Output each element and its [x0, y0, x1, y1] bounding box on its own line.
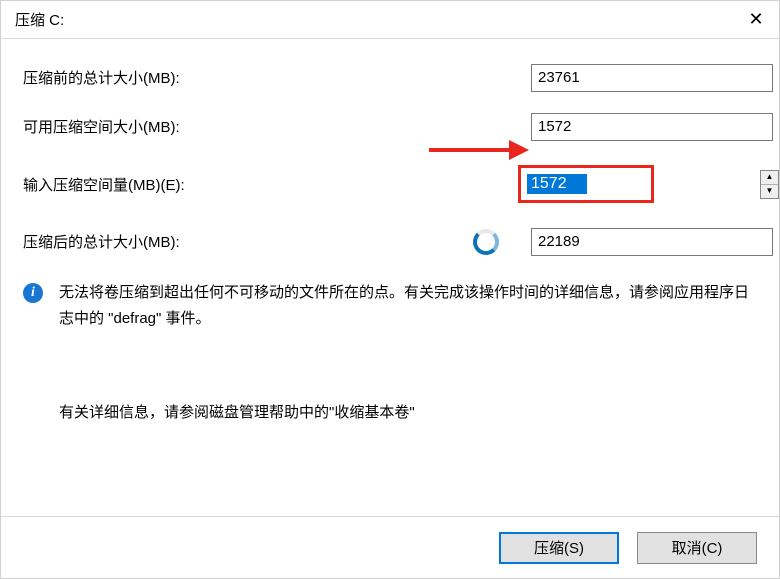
shrink-amount-stepper[interactable]: ▲ ▼ [760, 170, 779, 199]
close-button[interactable]: ✕ [733, 1, 779, 38]
annotation-highlight-box [518, 165, 654, 203]
row-input-amount: 输入压缩空间量(MB)(E): ▲ ▼ [23, 165, 757, 203]
shrink-amount-input[interactable] [527, 174, 587, 194]
close-icon: ✕ [748, 9, 763, 30]
info-block: i 无法将卷压缩到超出任何不可移动的文件所在的点。有关完成该操作时间的详细信息，… [23, 280, 757, 331]
spinner-down-button[interactable]: ▼ [761, 184, 778, 198]
detail-text: 有关详细信息，请参阅磁盘管理帮助中的"收缩基本卷" [59, 401, 757, 422]
field-total-before [531, 64, 773, 92]
dialog-title: 压缩 C: [15, 9, 733, 30]
spinner-up-button[interactable]: ▲ [761, 171, 778, 184]
dialog-body: 压缩前的总计大小(MB): 可用压缩空间大小(MB): 输入压缩空间量(MB)(… [1, 39, 779, 516]
shrink-button[interactable]: 压缩(S) [499, 532, 619, 564]
info-icon: i [23, 283, 43, 303]
field-total-after [531, 228, 773, 256]
label-input-amount: 输入压缩空间量(MB)(E): [23, 174, 283, 195]
loading-spinner-icon [473, 229, 499, 255]
annotation-arrow-icon [429, 136, 529, 164]
row-total-after: 压缩后的总计大小(MB): [23, 231, 757, 252]
info-text: 无法将卷压缩到超出任何不可移动的文件所在的点。有关完成该操作时间的详细信息，请参… [59, 280, 757, 331]
label-total-before: 压缩前的总计大小(MB): [23, 67, 283, 88]
field-available [531, 113, 773, 141]
label-total-after: 压缩后的总计大小(MB): [23, 231, 283, 252]
cancel-button[interactable]: 取消(C) [637, 532, 757, 564]
row-total-before: 压缩前的总计大小(MB): [23, 67, 757, 88]
titlebar: 压缩 C: ✕ [1, 1, 779, 39]
shrink-volume-dialog: 压缩 C: ✕ 压缩前的总计大小(MB): 可用压缩空间大小(MB): 输入压缩 [0, 0, 780, 579]
row-available: 可用压缩空间大小(MB): [23, 116, 757, 137]
dialog-footer: 压缩(S) 取消(C) [1, 516, 779, 578]
label-available: 可用压缩空间大小(MB): [23, 116, 283, 137]
